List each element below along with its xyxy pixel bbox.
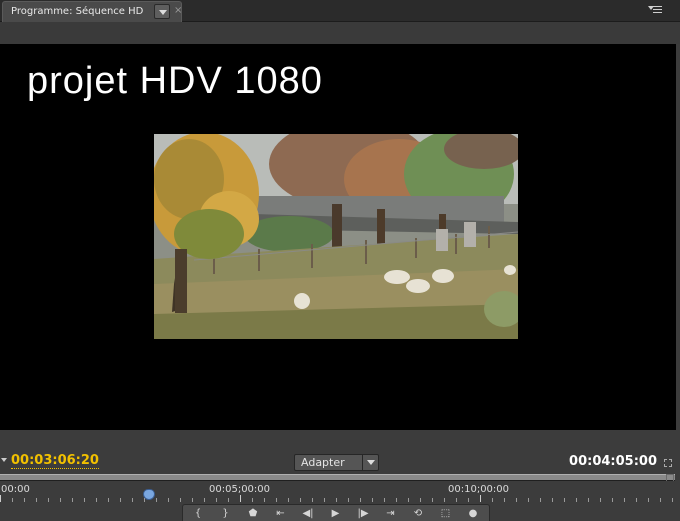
ruler-tick: [636, 498, 637, 502]
ruler-tick: [84, 498, 85, 502]
timecode-marker-icon: [1, 458, 7, 462]
tab-program-monitor[interactable]: Programme: Séquence HD ×: [2, 1, 182, 22]
ruler-tick: [12, 498, 13, 502]
ruler-tick: [192, 498, 193, 502]
monitor-header-spacer: [0, 22, 680, 44]
ruler-label: 00:10;00:00: [448, 484, 510, 495]
ruler-tick: [36, 498, 37, 502]
ruler-tick: [432, 498, 433, 502]
ruler-tick: [480, 495, 481, 502]
ruler-tick: [312, 498, 313, 502]
ruler-tick: [276, 498, 277, 502]
ruler-tick: [120, 498, 121, 502]
zoom-fit-select[interactable]: Adapter: [294, 454, 379, 471]
set-marker-icon[interactable]: ⬟: [242, 506, 264, 521]
tab-label: Programme: Séquence HD: [11, 6, 144, 17]
panel-tab-bar: Programme: Séquence HD ×: [0, 0, 680, 22]
sequence-dropdown-icon[interactable]: [154, 4, 170, 19]
current-timecode[interactable]: 00:03:06:20: [11, 454, 99, 469]
ruler-tick: [588, 498, 589, 502]
mark-out-icon[interactable]: }: [215, 506, 237, 521]
time-ruler[interactable]: 00:00 00:05;00:00 00:10;00:00: [0, 481, 680, 502]
ruler-tick: [444, 498, 445, 502]
ruler-label: 00:00: [1, 484, 30, 495]
ruler-tick: [612, 498, 613, 502]
chevron-down-icon: [362, 455, 378, 470]
ruler-tick: [552, 498, 553, 502]
settings-icon[interactable]: [664, 459, 672, 467]
program-monitor-viewer[interactable]: projet HDV 1080: [0, 44, 676, 430]
ruler-tick: [516, 498, 517, 502]
safe-margins-icon[interactable]: ⬚: [435, 506, 457, 521]
ruler-tick: [156, 498, 157, 502]
play-icon[interactable]: ▶: [325, 506, 347, 521]
ruler-tick: [540, 498, 541, 502]
ruler-tick: [348, 498, 349, 502]
transport-bar: {} ⬟ ⇤ ◀| ▶ |▶ ⇥ ⟲ ⬚ ●: [182, 504, 490, 521]
ruler-tick: [132, 498, 133, 502]
loop-icon[interactable]: ⟲: [407, 506, 429, 521]
ruler-tick: [408, 498, 409, 502]
ruler-tick: [384, 498, 385, 502]
ruler-tick: [144, 498, 145, 502]
video-frame-image: [154, 134, 518, 339]
ruler-tick: [24, 498, 25, 502]
ruler-tick: [48, 498, 49, 502]
ruler-tick: [504, 498, 505, 502]
ruler-tick: [528, 498, 529, 502]
duration-timecode: 00:04:05:00: [569, 454, 657, 469]
ruler-tick: [336, 498, 337, 502]
monitor-controls: 00:03:06:20 Adapter 00:04:05:00 00:00 00…: [0, 430, 680, 521]
go-to-out-point-icon[interactable]: ⇥: [380, 506, 402, 521]
ruler-tick: [360, 498, 361, 502]
ruler-tick: [96, 498, 97, 502]
ruler-tick: [0, 495, 1, 502]
ruler-tick: [600, 498, 601, 502]
ruler-tick: [108, 498, 109, 502]
ruler-tick: [288, 498, 289, 502]
go-to-in-point-icon[interactable]: ⇤: [270, 506, 292, 521]
ruler-tick: [216, 498, 217, 502]
ruler-tick: [672, 498, 673, 502]
step-forward-icon[interactable]: |▶: [352, 506, 374, 521]
ruler-label: 00:05;00:00: [209, 484, 271, 495]
ruler-tick: [240, 495, 241, 502]
ruler-tick: [648, 498, 649, 502]
zoom-fit-value: Adapter: [301, 456, 345, 469]
ruler-tick: [456, 498, 457, 502]
ruler-tick: [468, 498, 469, 502]
ruler-tick: [264, 498, 265, 502]
ruler-tick: [180, 498, 181, 502]
ruler-tick: [492, 498, 493, 502]
ruler-tick: [60, 498, 61, 502]
ruler-tick: [228, 498, 229, 502]
ruler-tick: [372, 498, 373, 502]
ruler-tick: [660, 498, 661, 502]
ruler-tick: [396, 498, 397, 502]
close-tab-icon[interactable]: ×: [174, 5, 182, 16]
export-frame-icon[interactable]: ●: [462, 506, 484, 521]
step-back-icon[interactable]: ◀|: [297, 506, 319, 521]
ruler-tick: [168, 498, 169, 502]
zoom-scroll-bar[interactable]: [0, 474, 675, 481]
panel-menu-icon[interactable]: [648, 4, 662, 16]
title-overlay-text: projet HDV 1080: [27, 60, 323, 102]
ruler-tick: [420, 498, 421, 502]
ruler-tick: [300, 498, 301, 502]
ruler-tick: [576, 498, 577, 502]
ruler-tick: [204, 498, 205, 502]
ruler-tick: [252, 498, 253, 502]
mark-in-icon[interactable]: {: [187, 506, 209, 521]
ruler-tick: [324, 498, 325, 502]
ruler-tick: [72, 498, 73, 502]
ruler-tick: [564, 498, 565, 502]
ruler-tick: [624, 498, 625, 502]
